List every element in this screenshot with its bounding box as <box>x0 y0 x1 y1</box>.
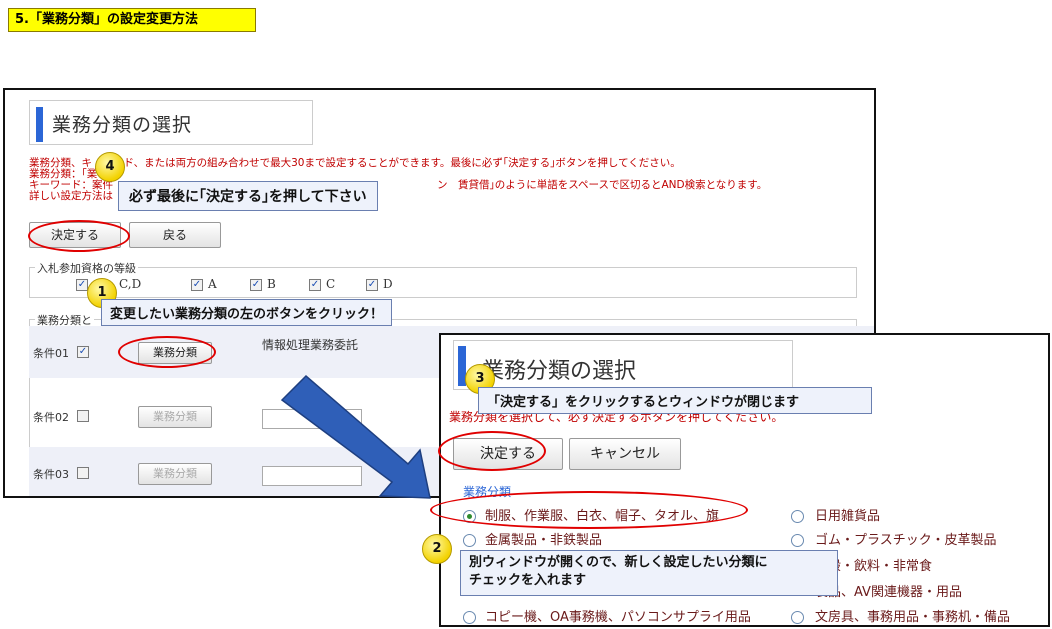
notice-line: 業務分類、キ ド、または両方の組み合わせで最大30まで設定することができます。最… <box>29 157 681 169</box>
category-option: 文房具、事務用品・事務机・備品 <box>815 610 1011 625</box>
category-radio[interactable] <box>791 534 804 547</box>
category-option: 金属製品・非鉄製品 <box>485 533 603 548</box>
notice-line: 詳しい設定方法は <box>29 190 113 202</box>
category-button[interactable]: 業務分類 <box>138 406 212 428</box>
category-option: ゴム・プラスチック・皮革製品 <box>815 533 997 548</box>
page-title-box: 業務分類の選択 <box>29 100 313 145</box>
grade-legend: 入札参加資格の等級 <box>35 260 138 276</box>
condition-value: 情報処理業務委託 <box>262 338 359 352</box>
grade-checkbox-c[interactable]: ✓ <box>309 279 321 291</box>
grade-label: A <box>208 277 217 291</box>
highlight-option-oval <box>430 491 748 529</box>
condition-checkbox[interactable] <box>77 467 89 479</box>
step-callout: 必ず最後に｢決定する｣を押して下さい <box>118 181 378 211</box>
condition-checkbox[interactable] <box>77 410 89 422</box>
popup-title: 業務分類の選択 <box>482 359 637 384</box>
step-callout: 変更したい業務分類の左のボタンをクリック！ <box>101 299 393 326</box>
grade-fieldset <box>29 267 857 298</box>
grade-checkbox-a[interactable]: ✓ <box>191 279 203 291</box>
step-badge: 4 <box>95 152 125 182</box>
notice-line-tail: ン 賃貸借｣のように単語をスペースで区切るとAND検索となります。 <box>437 179 768 191</box>
grade-checkbox-d[interactable]: ✓ <box>366 279 378 291</box>
page-title: 業務分類の選択 <box>52 114 193 136</box>
condition-value-field[interactable] <box>262 409 362 429</box>
highlight-category-oval <box>118 336 216 368</box>
grade-label: C <box>326 277 336 291</box>
step-callout-line: 別ウィンドウが開くので、新しく設定したい分類に <box>469 555 768 570</box>
grade-label: C,D <box>119 277 142 291</box>
grade-label: D <box>383 277 393 291</box>
section-title: 5.「業務分類」の設定変更方法 <box>8 8 256 32</box>
title-accent-bar <box>36 107 43 142</box>
category-radio[interactable] <box>463 534 476 547</box>
category-radio[interactable] <box>791 510 804 523</box>
condition-label: 条件01 <box>33 347 69 360</box>
step-callout-line: チェックを入れます <box>469 573 587 588</box>
popup-cancel-button[interactable]: キャンセル <box>569 438 681 470</box>
back-button[interactable]: 戻る <box>129 222 221 248</box>
category-radio[interactable] <box>463 611 476 624</box>
category-option: コピー機、OA事務機、パソコンサプライ用品 <box>485 610 751 625</box>
grade-label: B <box>267 277 276 291</box>
step-callout: 「決定する」をクリックするとウィンドウが閉じます <box>478 387 872 414</box>
category-option: 日用雑貨品 <box>815 509 881 524</box>
step-badge: 2 <box>422 534 452 564</box>
condition-label: 条件03 <box>33 468 69 481</box>
grade-checkbox-cd[interactable]: ✓ <box>76 279 88 291</box>
popup-title-box: 業務分類の選択 <box>453 340 793 390</box>
condition-value-field[interactable] <box>262 466 362 486</box>
category-button[interactable]: 業務分類 <box>138 463 212 485</box>
grade-checkbox-b[interactable]: ✓ <box>250 279 262 291</box>
condition-label: 条件02 <box>33 411 69 424</box>
highlight-decide-oval <box>28 220 130 252</box>
condition-checkbox[interactable]: ✓ <box>77 346 89 358</box>
step-callout: 別ウィンドウが開くので、新しく設定したい分類に チェックを入れます <box>460 550 838 596</box>
category-radio[interactable] <box>791 611 804 624</box>
highlight-popup-decide-oval <box>438 431 546 471</box>
